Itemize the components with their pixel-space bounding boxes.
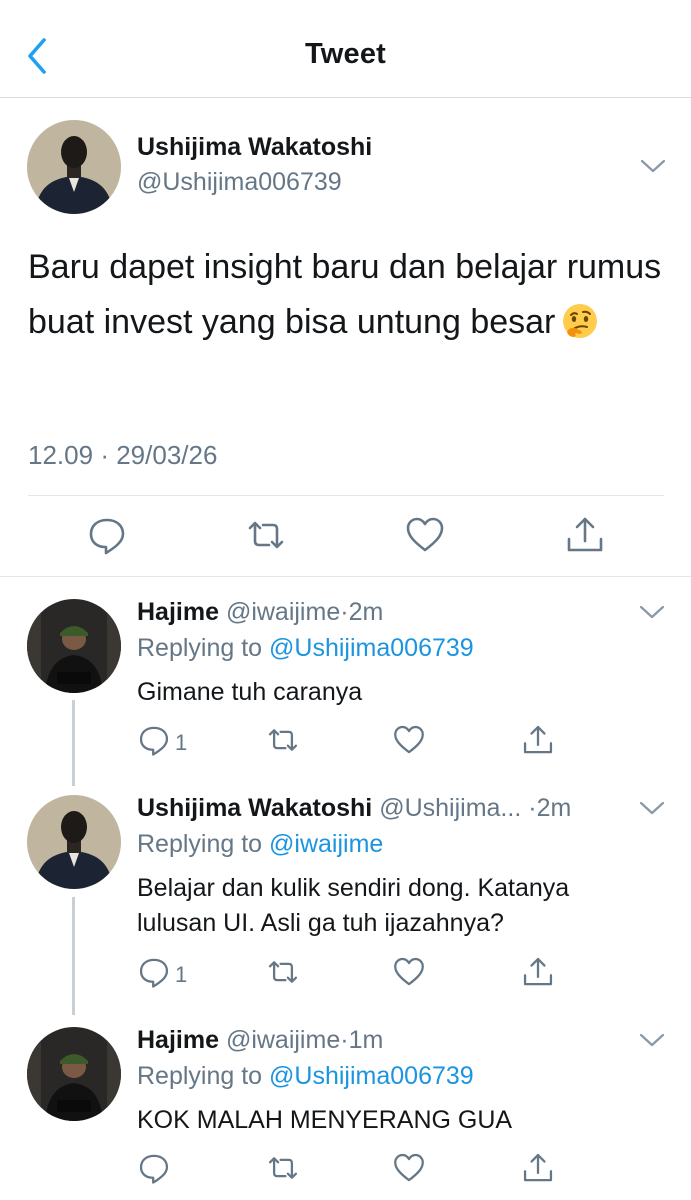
tweet-date: 29/03/26 xyxy=(116,440,218,470)
replying-to: Replying to @iwaijime xyxy=(137,830,383,859)
avatar[interactable] xyxy=(27,1027,121,1121)
tweet-timestamp[interactable]: 12.09 · 29/03/26 xyxy=(28,440,217,471)
reply-author-name[interactable]: Ushijima Wakatoshi xyxy=(137,794,372,822)
avatar[interactable] xyxy=(27,795,121,889)
reply-count: 1 xyxy=(175,962,188,987)
reply-icon[interactable] xyxy=(137,955,171,989)
date-separator: · xyxy=(100,440,109,470)
dot-separator: · xyxy=(340,1026,349,1054)
replying-to-label: Replying to xyxy=(137,830,263,858)
thread-connector xyxy=(72,897,75,1015)
replying-to-handle[interactable]: @Ushijima006739 xyxy=(269,1062,474,1090)
retweet-icon[interactable] xyxy=(266,1151,300,1185)
reply-text: Belajar dan kulik sendiri dong. Katanya … xyxy=(137,874,570,937)
reply-author-name[interactable]: Hajime xyxy=(137,1026,219,1054)
replying-to: Replying to @Ushijima006739 xyxy=(137,1062,474,1091)
share-icon[interactable] xyxy=(521,723,555,757)
thinking-face-icon xyxy=(561,302,599,340)
retweet-icon[interactable] xyxy=(266,723,300,757)
reply-author-handle[interactable]: @iwaijime xyxy=(226,1026,340,1054)
divider xyxy=(0,576,691,577)
share-icon[interactable] xyxy=(521,955,555,989)
avatar[interactable] xyxy=(27,120,121,214)
reply-author-name[interactable]: Hajime xyxy=(137,598,219,626)
reply-text: KOK MALAH MENYERANG GUA xyxy=(137,1106,513,1134)
reply-header: Hajime @iwaijime·1m xyxy=(137,1026,383,1055)
more-chevron-down-icon[interactable] xyxy=(638,798,666,818)
author-handle[interactable]: @Ushijima006739 xyxy=(137,168,342,197)
replying-to-handle[interactable]: @Ushijima006739 xyxy=(269,634,474,662)
reply-icon[interactable] xyxy=(137,1151,171,1185)
reply-icon[interactable] xyxy=(86,514,128,556)
reply-header: Ushijima Wakatoshi @Ushijima... ·2m xyxy=(137,794,571,823)
tweet-time: 12.09 xyxy=(28,440,94,470)
heart-icon[interactable] xyxy=(392,1151,426,1185)
replying-to-label: Replying to xyxy=(137,1062,263,1090)
heart-icon[interactable] xyxy=(392,955,426,989)
more-chevron-down-icon[interactable] xyxy=(639,156,667,176)
more-chevron-down-icon[interactable] xyxy=(638,1030,666,1050)
retweet-icon[interactable] xyxy=(245,514,287,556)
dot-separator: · xyxy=(340,598,349,626)
reply-time: 2m xyxy=(348,598,384,626)
tweet-action-bar xyxy=(0,496,691,576)
heart-icon[interactable] xyxy=(404,514,446,556)
avatar[interactable] xyxy=(27,599,121,693)
share-icon[interactable] xyxy=(564,514,606,556)
reply-time: 1m xyxy=(348,1026,384,1054)
reply-text: Gimane tuh caranya xyxy=(137,678,363,706)
heart-icon[interactable] xyxy=(392,723,426,757)
reply-header: Hajime @iwaijime·2m xyxy=(137,598,383,627)
author-name[interactable]: Ushijima Wakatoshi xyxy=(137,133,372,162)
tweet-text: Baru dapet insight baru dan belajar rumu… xyxy=(28,240,668,350)
dot-separator: · xyxy=(528,794,537,822)
retweet-icon[interactable] xyxy=(266,955,300,989)
reply-time: 2m xyxy=(536,794,572,822)
reply-author-handle[interactable]: @iwaijime xyxy=(226,598,340,626)
share-icon[interactable] xyxy=(521,1151,555,1185)
more-chevron-down-icon[interactable] xyxy=(638,602,666,622)
top-bar: Tweet xyxy=(0,0,691,98)
reply-icon[interactable] xyxy=(137,723,171,757)
page-title: Tweet xyxy=(304,38,387,70)
replying-to-handle[interactable]: @iwaijime xyxy=(269,830,383,858)
reply-author-handle[interactable]: @Ushijima... xyxy=(379,794,521,822)
replying-to: Replying to @Ushijima006739 xyxy=(137,634,474,663)
reply-count: 1 xyxy=(175,730,188,755)
thread-connector xyxy=(72,700,75,786)
replying-to-label: Replying to xyxy=(137,634,263,662)
